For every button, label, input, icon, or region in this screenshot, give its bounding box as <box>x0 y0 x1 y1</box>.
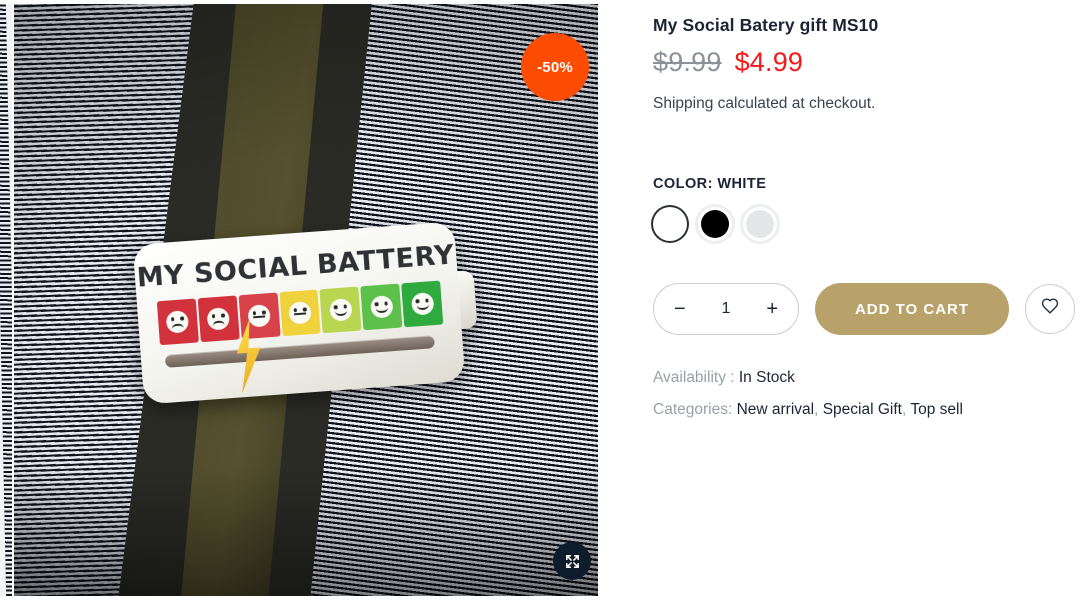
swatch-fill <box>746 210 774 238</box>
quantity-increase-button[interactable]: + <box>766 299 778 319</box>
category-link[interactable]: Special Gift <box>823 401 902 418</box>
face-mouth <box>212 320 226 327</box>
product-image[interactable]: MY SOCIAL BATTERY -50% <box>14 4 598 596</box>
color-swatches <box>653 207 1075 241</box>
smile-face-icon <box>369 295 394 319</box>
fabric-texture <box>0 4 12 596</box>
availability-label: Availability : <box>653 369 735 386</box>
status-badge: In Stock <box>738 369 795 386</box>
swatch-fill <box>656 210 684 238</box>
battery-segment-7 <box>401 280 444 328</box>
swatch-fill <box>701 210 729 238</box>
product-page: MY SOCIAL BATTERY -50% My Social Batery … <box>0 0 1080 610</box>
quantity-stepper[interactable]: − 1 + <box>653 283 799 335</box>
discount-badge: -50% <box>521 33 589 101</box>
categories-label: Categories: <box>653 401 733 418</box>
smile-face-icon <box>410 292 435 316</box>
color-swatch-white[interactable] <box>653 207 687 241</box>
page-title: My Social Batery gift MS10 <box>653 15 879 35</box>
color-swatch-black[interactable] <box>698 207 732 241</box>
gallery-previous-slide-sliver[interactable] <box>0 4 12 596</box>
face-mouth <box>416 304 429 311</box>
color-option-label: COLOR: WHITE <box>653 176 767 192</box>
add-to-cart-button[interactable]: ADD TO CART <box>815 283 1009 335</box>
battery-segments <box>156 280 444 346</box>
battery-segment-6 <box>360 283 403 331</box>
face-mouth <box>253 315 266 322</box>
smile-face-icon <box>329 298 353 322</box>
battery-segment-2 <box>197 295 240 343</box>
product-meta: Availability : In Stock Categories: New … <box>653 369 1075 419</box>
category-link[interactable]: New arrival <box>737 401 815 418</box>
battery-segment-1 <box>156 298 199 346</box>
shipping-note: Shipping calculated at checkout. <box>653 95 876 112</box>
flat-face-icon <box>288 301 312 325</box>
quantity-value: 1 <box>721 300 731 317</box>
category-separator: , <box>901 401 907 418</box>
purchase-row: − 1 + ADD TO CART <box>653 283 1075 335</box>
frown-face-icon <box>166 310 190 334</box>
battery-segment-5 <box>319 286 362 334</box>
image-vignette <box>14 465 598 596</box>
face-mouth <box>294 312 307 319</box>
original-price: $9.99 <box>653 47 722 77</box>
expand-arrows-icon[interactable] <box>553 542 591 580</box>
enamel-pin: MY SOCIAL BATTERY <box>132 213 492 410</box>
face-mouth <box>334 310 348 317</box>
availability-row: Availability : In Stock <box>653 369 1075 387</box>
heart-icon <box>1040 297 1060 322</box>
product-details: My Social Batery gift MS10 $9.99 $4.99 S… <box>620 0 1080 610</box>
wishlist-button[interactable] <box>1025 284 1075 334</box>
flat-face-icon <box>247 304 272 328</box>
category-link[interactable]: Top sell <box>910 401 963 418</box>
product-gallery: MY SOCIAL BATTERY -50% <box>0 0 620 610</box>
frown-face-icon <box>206 307 231 331</box>
face-mouth <box>171 323 185 330</box>
battery-segment-4 <box>279 289 322 337</box>
price-row: $9.99 $4.99 <box>653 47 1075 78</box>
category-separator: , <box>814 401 819 418</box>
categories-row: Categories: New arrival, Special Gift, T… <box>653 401 1075 419</box>
quantity-decrease-button[interactable]: − <box>674 299 686 319</box>
categories-list: New arrival, Special Gift, Top sell <box>737 401 963 418</box>
color-swatch-light-grey[interactable] <box>743 207 777 241</box>
battery-body: MY SOCIAL BATTERY <box>132 221 466 405</box>
sale-price: $4.99 <box>734 47 804 77</box>
face-mouth <box>375 307 388 314</box>
